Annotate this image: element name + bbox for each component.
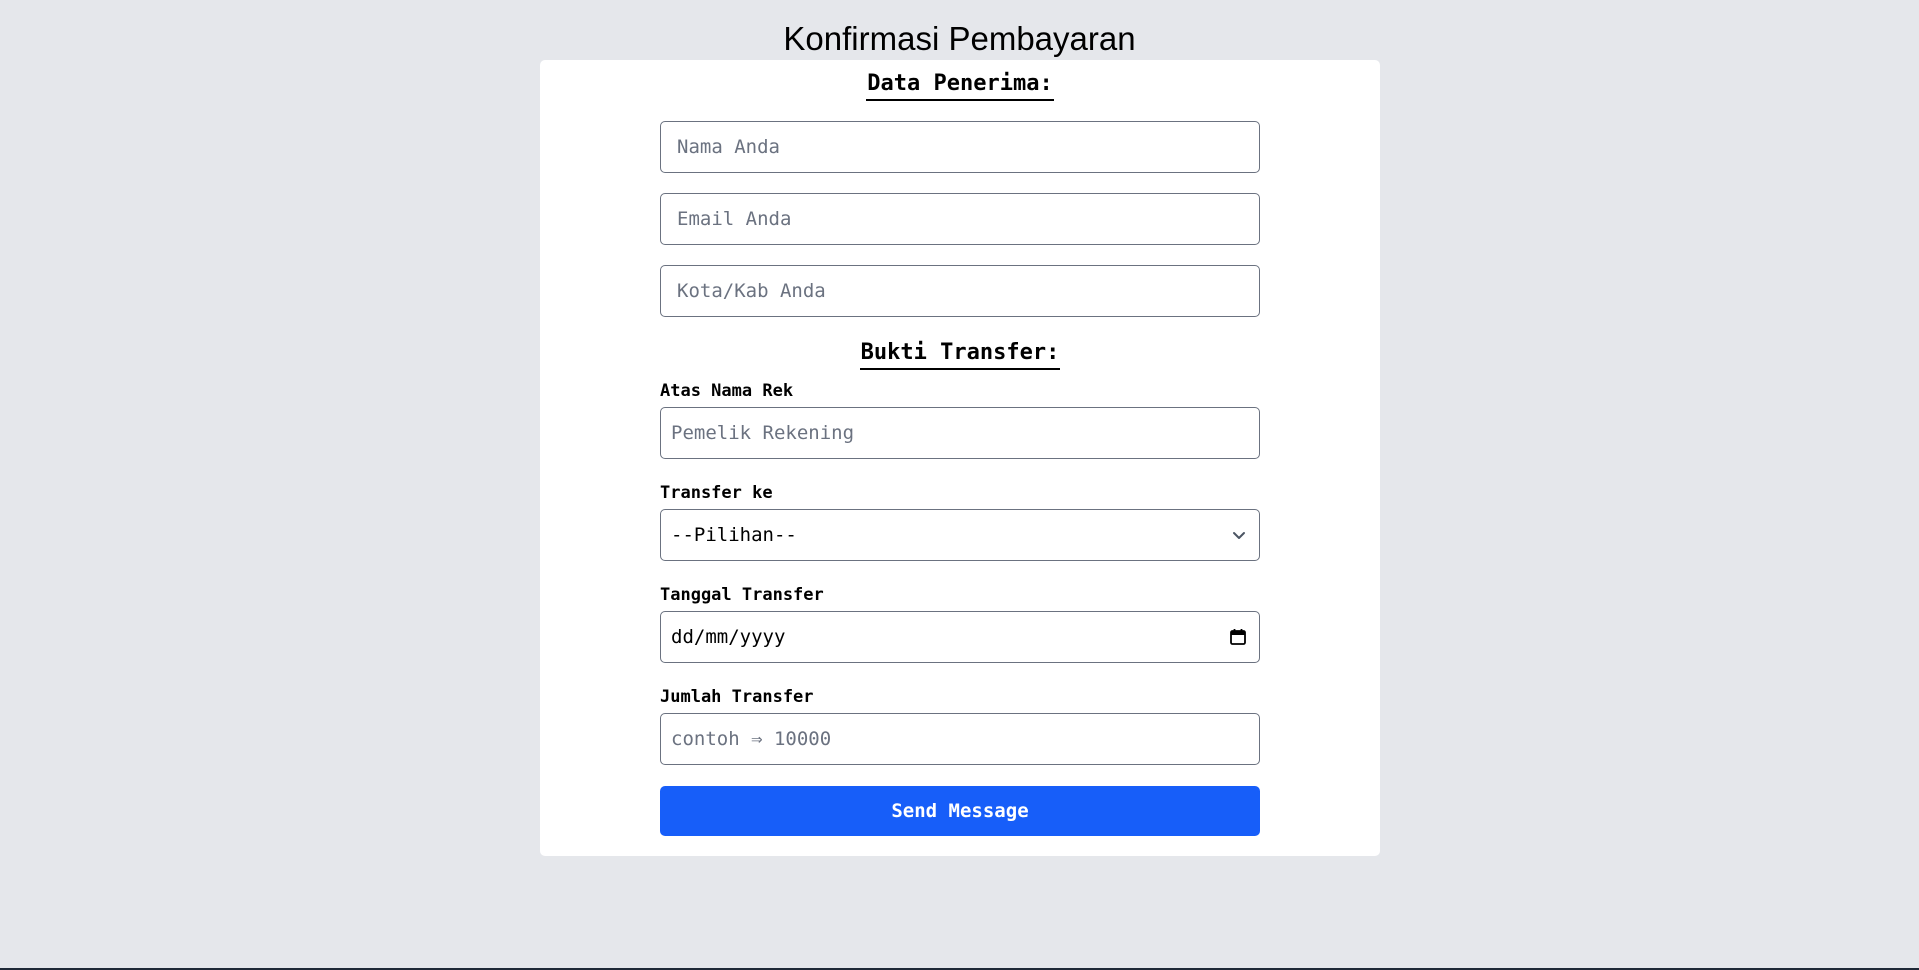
city-input[interactable]: [660, 265, 1260, 317]
destination-select[interactable]: --Pilihan--: [660, 509, 1260, 561]
amount-input[interactable]: [660, 713, 1260, 765]
chevron-down-icon: [1231, 527, 1247, 543]
send-message-button[interactable]: Send Message: [660, 786, 1260, 836]
date-label: Tanggal Transfer: [660, 585, 824, 605]
transfer-section-heading-text: Bukti Transfer:: [859, 338, 1061, 370]
transfer-date-input[interactable]: dd/mm/yyyy: [660, 611, 1260, 663]
account-name-input[interactable]: [660, 407, 1260, 459]
recipient-section-heading: Data Penerima:: [540, 68, 1380, 101]
amount-label: Jumlah Transfer: [660, 687, 814, 707]
payment-confirmation-form: Data Penerima: Bukti Transfer: Atas Nama…: [540, 60, 1380, 856]
email-input[interactable]: [660, 193, 1260, 245]
page-title: Konfirmasi Pembayaran: [783, 20, 1136, 57]
name-input[interactable]: [660, 121, 1260, 173]
recipient-section-heading-text: Data Penerima:: [866, 69, 1054, 101]
calendar-icon[interactable]: [1229, 628, 1247, 646]
account-name-label: Atas Nama Rek: [660, 381, 794, 401]
date-format-text: dd/mm/yyyy: [671, 626, 786, 648]
destination-selected-value: --Pilihan--: [671, 524, 797, 546]
destination-label: Transfer ke: [660, 483, 773, 503]
transfer-section-heading: Bukti Transfer:: [540, 337, 1380, 370]
